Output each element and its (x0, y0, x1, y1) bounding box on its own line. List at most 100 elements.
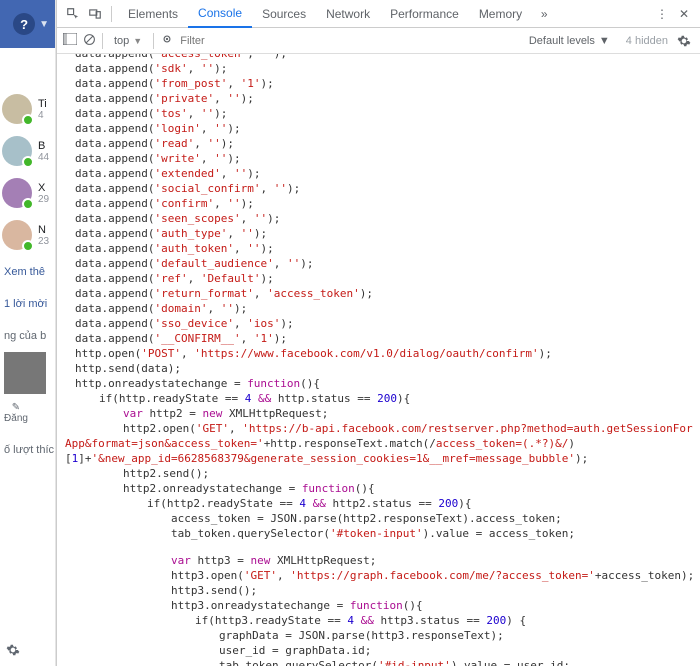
chevron-down-icon[interactable]: ▼ (39, 19, 49, 30)
console-line: access_token = JSON.parse(http2.response… (57, 511, 700, 526)
console-line: data.append('default_audience', ''); (57, 256, 700, 271)
console-line: data.append('confirm', ''); (57, 196, 700, 211)
separator (102, 33, 103, 49)
separator (153, 33, 154, 49)
console-line: var http3 = new XMLHttpRequest; (57, 553, 700, 568)
friend-invite-link[interactable]: 1 lời mời (0, 280, 55, 312)
contact-row[interactable]: N23 (0, 214, 55, 256)
fb-contacts-list: Ti4B44X29N23 (0, 48, 55, 256)
console-line: data.append('extended', ''); (57, 166, 700, 181)
devtools-panel: ElementsConsoleSourcesNetworkPerformance… (56, 0, 700, 666)
tab-elements[interactable]: Elements (118, 0, 188, 28)
console-line: data.append('read', ''); (57, 136, 700, 151)
avatar (2, 178, 32, 208)
contact-subtext: 44 (38, 152, 56, 163)
contact-row[interactable]: X29 (0, 172, 55, 214)
close-icon[interactable]: ✕ (674, 4, 694, 24)
tab-performance[interactable]: Performance (380, 0, 469, 28)
edit-label: Đăng (4, 413, 28, 424)
console-line: data.append('sso_device', 'ios'); (57, 316, 700, 331)
avatar (2, 94, 32, 124)
console-line: tab_token.querySelector('#token-input').… (57, 526, 700, 541)
contact-name: Ti (38, 98, 56, 110)
console-line: http2.onreadystatechange = function(){ (57, 481, 700, 496)
context-label: top (114, 35, 129, 47)
console-line: http.send(data); (57, 361, 700, 376)
more-tabs-icon[interactable]: » (534, 4, 554, 24)
filter-input[interactable] (180, 35, 270, 47)
live-expression-icon[interactable] (160, 32, 174, 49)
console-line: data.append('ref', 'Default'); (57, 271, 700, 286)
contact-subtext: 23 (38, 236, 56, 247)
console-line: user_id = graphData.id; (57, 643, 700, 658)
your-posts-label: ng của b (0, 312, 55, 348)
post-thumbnail[interactable] (4, 352, 46, 394)
tab-network[interactable]: Network (316, 0, 380, 28)
console-line: if(http2.readyState == 4 && http2.status… (57, 496, 700, 511)
console-sidebar-toggle-icon[interactable] (63, 33, 77, 48)
console-line: data.append('login', ''); (57, 121, 700, 136)
console-line: var http2 = new XMLHttpRequest; (57, 406, 700, 421)
tab-memory[interactable]: Memory (469, 0, 532, 28)
contact-row[interactable]: Ti4 (0, 88, 55, 130)
console-toolbar: top ▼ Default levels ▼ 4 hidden (57, 28, 700, 54)
console-line: data.append('sdk', ''); (57, 61, 700, 76)
devtools-tabbar: ElementsConsoleSourcesNetworkPerformance… (57, 0, 700, 28)
contact-subtext: 4 (38, 110, 56, 121)
devtools-tabs: ElementsConsoleSourcesNetworkPerformance… (118, 0, 532, 28)
kebab-menu-icon[interactable]: ⋮ (652, 4, 672, 24)
avatar (2, 220, 32, 250)
contact-name: B (38, 140, 56, 152)
console-line: data.append('from_post', '1'); (57, 76, 700, 91)
likes-label: ố lượt thíc (0, 424, 55, 462)
help-icon[interactable]: ? (13, 13, 35, 35)
contact-name: N (38, 224, 56, 236)
console-line: data.append('auth_type', ''); (57, 226, 700, 241)
log-levels-selector[interactable]: Default levels ▼ (529, 35, 610, 47)
console-line: data.append('auth_token', ''); (57, 241, 700, 256)
console-line: data.append('domain', ''); (57, 301, 700, 316)
avatar (2, 136, 32, 166)
clear-console-icon[interactable] (83, 33, 96, 49)
console-line: http3.open('GET', 'https://graph.faceboo… (57, 568, 700, 583)
contact-name: X (38, 182, 56, 194)
chevron-down-icon: ▼ (599, 35, 610, 47)
contact-subtext: 29 (38, 194, 56, 205)
facebook-sidebar: ? ▼ Ti4B44X29N23 Xem thê 1 lời mời ng củ… (0, 0, 56, 666)
context-selector[interactable]: top ▼ (109, 31, 147, 51)
console-line: data.append('tos', ''); (57, 106, 700, 121)
separator (111, 6, 112, 22)
online-badge-icon (22, 198, 34, 210)
online-badge-icon (22, 156, 34, 168)
fb-top-bar: ? ▼ (0, 0, 55, 48)
log-levels-label: Default levels (529, 35, 595, 47)
console-line: http2.send(); (57, 466, 700, 481)
device-toggle-icon[interactable] (85, 4, 105, 24)
console-line: data.append('social_confirm', ''); (57, 181, 700, 196)
console-line: if(http3.readyState == 4 && http3.status… (57, 613, 700, 628)
contact-row[interactable]: B44 (0, 130, 55, 172)
see-more-link[interactable]: Xem thê (0, 256, 55, 280)
console-line: http3.onreadystatechange = function(){ (57, 598, 700, 613)
console-line: if(http.readyState == 4 && http.status =… (57, 391, 700, 406)
pencil-icon: ✎ (12, 402, 20, 413)
console-line: data.append('access_token', ''); (57, 54, 700, 61)
console-settings-icon[interactable] (674, 31, 694, 51)
tab-console[interactable]: Console (188, 0, 252, 28)
gear-icon[interactable] (6, 643, 20, 660)
tab-sources[interactable]: Sources (252, 0, 316, 28)
console-output[interactable]: data.append('access_token', '');data.app… (57, 54, 700, 666)
console-line: data.append('write', ''); (57, 151, 700, 166)
console-line: [1]+'&new_app_id=6628568379&generate_ses… (57, 451, 700, 466)
console-line: http2.open('GET', 'https://b-api.faceboo… (57, 421, 700, 451)
console-line: graphData = JSON.parse(http3.responseTex… (57, 628, 700, 643)
online-badge-icon (22, 114, 34, 126)
edit-post-button[interactable]: ✎ Đăng (4, 402, 28, 424)
console-line: data.append('private', ''); (57, 91, 700, 106)
inspect-element-icon[interactable] (63, 4, 83, 24)
console-line: http.onreadystatechange = function(){ (57, 376, 700, 391)
console-line: data.append('seen_scopes', ''); (57, 211, 700, 226)
console-line: http.open('POST', 'https://www.facebook.… (57, 346, 700, 361)
hidden-messages-count[interactable]: 4 hidden (626, 35, 668, 47)
online-badge-icon (22, 240, 34, 252)
